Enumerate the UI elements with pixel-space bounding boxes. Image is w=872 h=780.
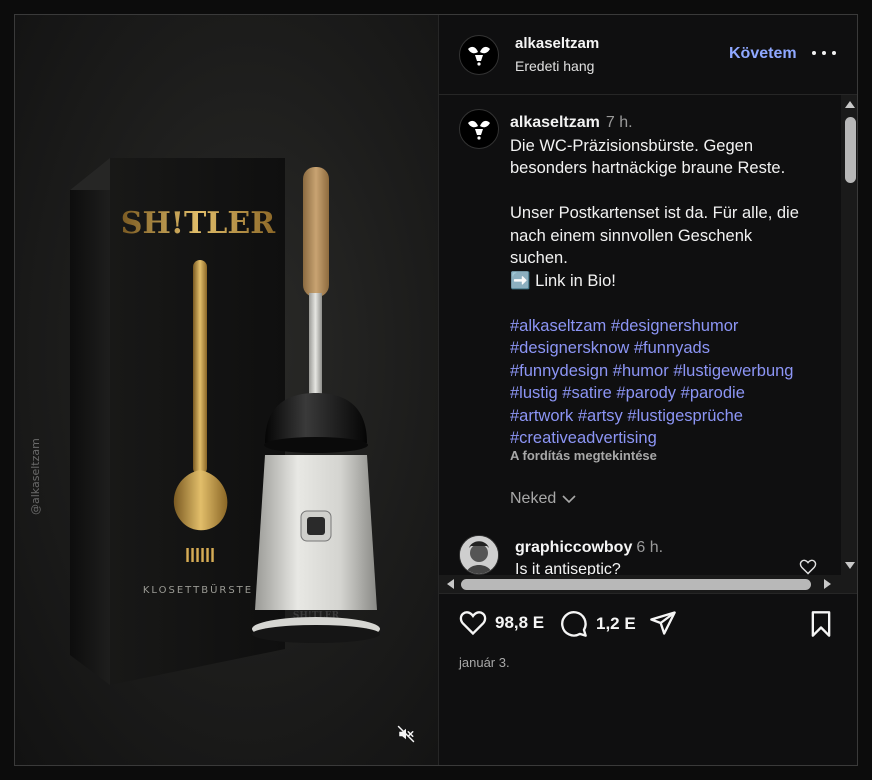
scroll-right-arrow-icon[interactable] (824, 579, 831, 589)
post-media[interactable]: SH!TLER KLOSETTBÜRSTE SH!TLER @alkaseltz… (15, 15, 438, 765)
link-in-bio-text: Link in Bio! (535, 271, 616, 290)
hashtag-link[interactable]: #humor (613, 362, 669, 380)
post-date[interactable]: január 3. (459, 655, 510, 670)
caption-username[interactable]: alkaseltzam (510, 114, 600, 131)
hashtag-link[interactable]: #creativeadvertising (510, 429, 657, 447)
bookmark-icon (811, 611, 831, 637)
hashtag-link[interactable]: #artwork (510, 407, 573, 425)
hashtag-link[interactable]: #parodie (681, 384, 745, 402)
share-button[interactable] (649, 610, 677, 636)
post-dialog: SH!TLER KLOSETTBÜRSTE SH!TLER @alkaseltz… (14, 14, 858, 766)
comment-count: 1,2 E (596, 614, 636, 633)
scroll-down-arrow-icon[interactable] (845, 562, 855, 569)
caption-avatar[interactable] (459, 109, 499, 149)
vertical-scrollbar[interactable] (841, 95, 857, 575)
avatar[interactable] (459, 35, 499, 75)
hashtag-link[interactable]: #alkaseltzam (510, 317, 606, 335)
hashtag-link[interactable]: #artsy (578, 407, 623, 425)
product-photo: SH!TLER KLOSETTBÜRSTE SH!TLER (70, 158, 380, 685)
follow-button[interactable]: Követem (729, 45, 797, 63)
more-options-button[interactable] (812, 43, 836, 63)
action-bar: 98,8 E 1,2 E (439, 610, 857, 654)
hashtag-list: #alkaseltzam #designershumor #designersk… (510, 315, 830, 450)
dot (822, 51, 826, 55)
watermark-text: @alkaseltzam (29, 438, 42, 515)
box-label-text: KLOSETTBÜRSTE (143, 583, 253, 596)
dot (832, 51, 836, 55)
caption-line: besonders hartnäckige braune Reste. (510, 159, 786, 177)
scroll-thumb[interactable] (461, 579, 811, 590)
more-dots-icon (812, 51, 816, 55)
comment-username[interactable]: graphiccowboy (515, 539, 632, 556)
comment-bubble-icon (561, 611, 587, 637)
caption-line: nach einem sinnvollen Geschenk (510, 226, 753, 245)
like-count: 98,8 E (495, 613, 545, 632)
mustache-logo-icon (468, 120, 490, 140)
comment-like-button[interactable] (799, 559, 817, 575)
hashtag-link[interactable]: #lustigesprüche (627, 407, 743, 425)
scroll-thumb[interactable] (845, 117, 856, 183)
hashtag-link[interactable]: #funnyads (634, 339, 710, 357)
comment-sort-label: Neked (510, 490, 557, 507)
header-username[interactable]: alkaseltzam (515, 35, 599, 52)
comment-button[interactable]: 1,2 E (560, 610, 636, 638)
save-button[interactable] (809, 610, 833, 638)
chevron-down-icon (562, 495, 576, 504)
audio-label[interactable]: Eredeti hang (515, 58, 594, 74)
reply-avatar[interactable] (459, 535, 499, 575)
paper-plane-icon (650, 611, 676, 635)
post-caption: alkaseltzam 7 h. Die WC-Präzisionsbürste.… (510, 111, 830, 450)
mustache-logo-icon (468, 46, 490, 66)
horizontal-scrollbar[interactable] (439, 575, 857, 594)
hashtag-link[interactable]: #lustig (510, 384, 558, 402)
comment-time: 6 h. (636, 539, 664, 556)
user-portrait-icon (460, 536, 498, 574)
hashtag-link[interactable]: #designersknow (510, 339, 629, 357)
hashtag-link[interactable]: #parody (616, 384, 676, 402)
heart-icon (459, 611, 487, 636)
scroll-up-arrow-icon[interactable] (845, 101, 855, 108)
caption-time: 7 h. (605, 114, 633, 131)
speaker-muted-icon (397, 725, 415, 743)
caption-line: suchen. (510, 249, 568, 267)
hashtag-link[interactable]: #satire (562, 384, 612, 402)
post-side-panel: alkaseltzam Eredeti hang Követem alkasel… (438, 15, 857, 765)
comment-sort-dropdown[interactable]: Neked (510, 490, 576, 508)
comment-text: Is it antiseptic? (515, 561, 621, 575)
scroll-left-arrow-icon[interactable] (447, 579, 454, 589)
hashtag-link[interactable]: #funnydesign (510, 362, 608, 380)
caption-line: Unser Postkartenset ist da. Für alle, di… (510, 204, 799, 222)
heart-icon (799, 559, 817, 575)
watermark: @alkaseltzam (29, 435, 43, 515)
comment: graphiccowboy 6 h. Is it antiseptic? (515, 537, 663, 575)
mute-button[interactable] (395, 723, 417, 745)
post-header: alkaseltzam Eredeti hang Követem (439, 15, 857, 95)
arrow-right-emoji-icon: ➡️ (510, 271, 531, 290)
caption-line: Die WC-Präzisionsbürste. Gegen (510, 136, 754, 155)
see-translation-link[interactable]: A fordítás megtekintése (510, 448, 657, 463)
box-brand-text: SH!TLER (121, 206, 276, 241)
comments-scroll-area[interactable]: alkaseltzam 7 h. Die WC-Präzisionsbürste.… (439, 95, 841, 575)
like-button[interactable]: 98,8 E (459, 610, 544, 636)
hashtag-link[interactable]: #lustigewerbung (673, 362, 793, 380)
hashtag-link[interactable]: #designershumor (611, 317, 739, 335)
